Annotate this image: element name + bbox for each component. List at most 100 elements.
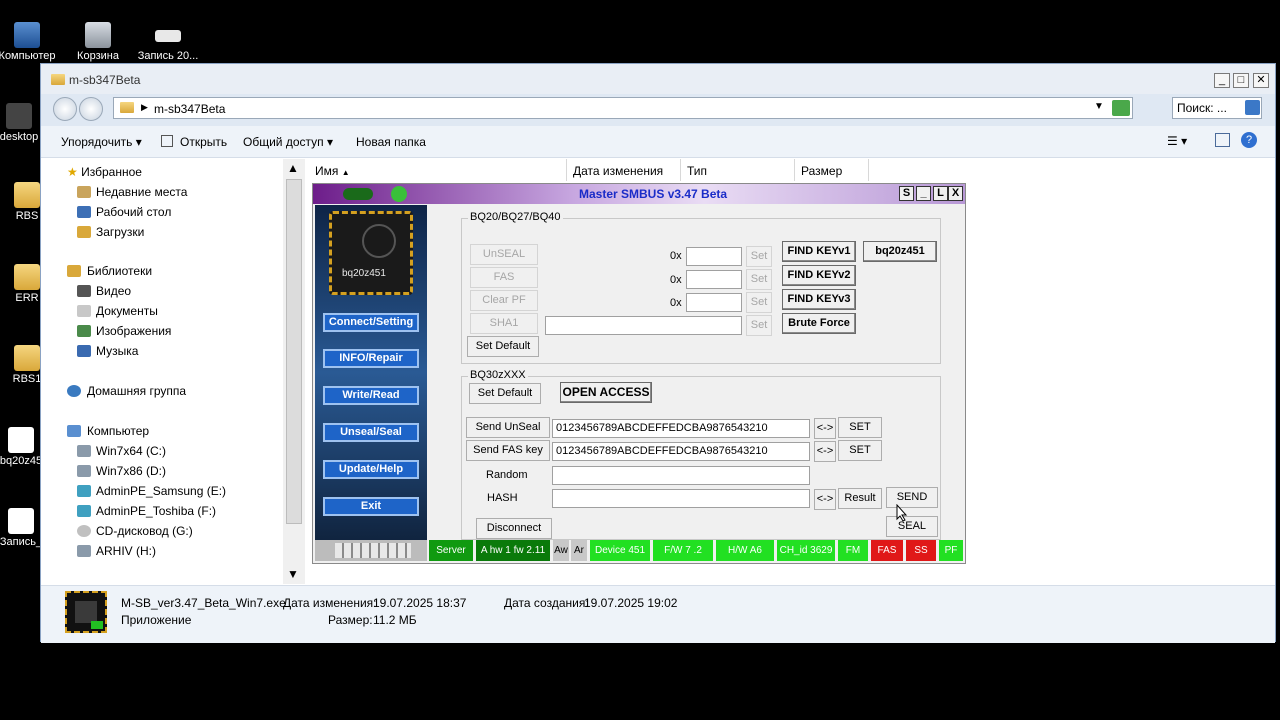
view-options-icon[interactable]: ☰ ▾: [1167, 134, 1187, 148]
nav-drive-c[interactable]: Win7x64 (C:): [96, 444, 166, 458]
column-modified[interactable]: Дата изменения: [567, 159, 681, 181]
unseal-seal-button[interactable]: Unseal/Seal: [323, 423, 419, 442]
back-button[interactable]: [53, 97, 77, 121]
app-close-button[interactable]: X: [948, 186, 963, 201]
desktop-icon-recording[interactable]: Запись 20...: [133, 22, 203, 62]
clear-pf-button[interactable]: Clear PF: [470, 290, 538, 311]
brute-force-button[interactable]: Brute Force: [782, 313, 856, 334]
desktop-icon-label: Запись 20...: [137, 50, 199, 62]
clear-pf-key-input[interactable]: [686, 293, 742, 312]
fas-key-input[interactable]: [686, 270, 742, 289]
fas-key-field[interactable]: 0123456789ABCDEFFEDCBA9876543210: [552, 442, 810, 461]
fas-set-key-button[interactable]: SET: [838, 440, 882, 461]
column-name[interactable]: Имя ▲: [309, 159, 567, 181]
info-repair-button[interactable]: INFO/Repair: [323, 349, 419, 368]
fas-set-button[interactable]: Set: [746, 269, 772, 290]
update-help-button[interactable]: Update/Help: [323, 460, 419, 479]
column-type[interactable]: Тип: [681, 159, 795, 181]
details-size: 11.2 МБ: [373, 613, 417, 627]
nav-drive-e[interactable]: AdminPE_Samsung (E:): [96, 484, 226, 498]
hash-field[interactable]: [552, 489, 810, 508]
sha1-button[interactable]: SHA1: [470, 313, 538, 334]
nav-favorites[interactable]: ★ Избранное: [67, 165, 142, 179]
details-modified: 19.07.2025 18:37: [373, 596, 467, 610]
seal-button[interactable]: SEAL: [886, 516, 938, 537]
find-key-v3-button[interactable]: FIND KEYv3: [782, 289, 856, 310]
new-folder-button[interactable]: Новая папка: [356, 135, 426, 149]
nav-desktop[interactable]: Рабочий стол: [96, 205, 171, 219]
forward-button[interactable]: [79, 97, 103, 121]
desktop-icon-recycle-bin[interactable]: Корзина: [63, 22, 133, 62]
find-key-v1-button[interactable]: FIND KEYv1: [782, 241, 856, 262]
clear-pf-set-button[interactable]: Set: [746, 292, 772, 313]
nav-downloads[interactable]: Загрузки: [96, 225, 144, 239]
scroll-down-icon[interactable]: ▼: [287, 567, 299, 581]
nav-documents[interactable]: Документы: [96, 304, 158, 318]
sha1-set-button[interactable]: Set: [746, 315, 772, 336]
app-titlebar[interactable]: Master SMBUS v3.47 Beta S _ L X: [313, 184, 965, 204]
exit-button[interactable]: Exit: [323, 497, 419, 516]
close-button[interactable]: ✕: [1253, 73, 1269, 88]
open-button[interactable]: Открыть: [161, 135, 227, 149]
send-unseal-key-button[interactable]: Send UnSeal key: [466, 417, 550, 452]
hash-swap-button[interactable]: <->: [814, 489, 836, 510]
app-l-button[interactable]: L: [933, 186, 948, 201]
set-default-button-1[interactable]: Set Default: [467, 336, 539, 357]
result-button[interactable]: Result: [838, 488, 882, 509]
explorer-titlebar[interactable]: m-sb347Beta _ □ ✕: [41, 64, 1275, 94]
nav-homegroup[interactable]: Домашняя группа: [87, 384, 186, 398]
maximize-button[interactable]: □: [1233, 73, 1249, 88]
sha1-input[interactable]: [545, 316, 742, 335]
open-access-button[interactable]: OPEN ACCESS: [560, 382, 652, 403]
find-key-v2-button[interactable]: FIND KEYv2: [782, 265, 856, 286]
nav-scrollbar[interactable]: ▲ ▼: [283, 159, 305, 584]
scroll-thumb[interactable]: [286, 179, 302, 524]
connect-setting-button[interactable]: Connect/Setting: [323, 313, 419, 332]
minimize-button[interactable]: _: [1214, 73, 1230, 88]
refresh-icon[interactable]: [1112, 100, 1130, 116]
disconnect-button[interactable]: Disconnect: [476, 518, 552, 539]
unseal-set-button[interactable]: Set: [746, 246, 772, 267]
drive-icon: [77, 445, 91, 457]
preview-pane-icon[interactable]: [1215, 133, 1230, 147]
unseal-key-field[interactable]: 0123456789ABCDEFFEDCBA9876543210: [552, 419, 810, 438]
nav-recent[interactable]: Недавние места: [96, 185, 187, 199]
organize-button[interactable]: Упорядочить ▾: [61, 135, 142, 149]
chip-model-button[interactable]: bq20z451: [863, 241, 937, 262]
nav-drive-d[interactable]: Win7x86 (D:): [96, 464, 166, 478]
unseal-button[interactable]: UnSEAL: [470, 244, 538, 265]
nav-libraries[interactable]: Библиотеки: [87, 264, 152, 278]
unseal-swap-button[interactable]: <->: [814, 418, 836, 439]
send-button[interactable]: SEND: [886, 487, 938, 508]
nav-drive-h[interactable]: ARHIV (H:): [96, 544, 156, 558]
send-fas-key-button[interactable]: Send FAS key: [466, 440, 550, 461]
nav-drive-f[interactable]: AdminPE_Toshiba (F:): [96, 504, 216, 518]
nav-computer[interactable]: Компьютер: [87, 424, 149, 438]
desktop-icon-computer[interactable]: Компьютер: [0, 22, 62, 62]
unseal-set-key-button[interactable]: SET: [838, 417, 882, 438]
search-input[interactable]: Поиск: ...: [1172, 97, 1262, 119]
nav-music[interactable]: Музыка: [96, 344, 138, 358]
computer-icon: [14, 22, 40, 48]
details-created-label: Дата создания:: [504, 596, 589, 610]
random-field[interactable]: [552, 466, 810, 485]
search-icon[interactable]: [1245, 100, 1260, 115]
write-read-button[interactable]: Write/Read: [323, 386, 419, 405]
unseal-key-input[interactable]: [686, 247, 742, 266]
address-bar[interactable]: ▶ m-sb347Beta ▼: [113, 97, 1133, 119]
column-headers: Имя ▲ Дата изменения Тип Размер: [309, 159, 1269, 183]
scroll-up-icon[interactable]: ▲: [287, 161, 299, 175]
nav-drive-g[interactable]: CD-дисковод (G:): [96, 524, 193, 538]
share-button[interactable]: Общий доступ ▾: [243, 135, 333, 149]
nav-video[interactable]: Видео: [96, 284, 131, 298]
help-icon[interactable]: ?: [1241, 132, 1257, 148]
fas-swap-button[interactable]: <->: [814, 441, 836, 462]
column-size[interactable]: Размер: [795, 159, 869, 181]
progress-fill: [335, 543, 411, 558]
nav-images[interactable]: Изображения: [96, 324, 171, 338]
app-minimize-button[interactable]: _: [916, 186, 931, 201]
set-default-button-2[interactable]: Set Default: [469, 383, 541, 404]
app-s-button[interactable]: S: [899, 186, 914, 201]
fas-button[interactable]: FAS: [470, 267, 538, 288]
chevron-down-icon[interactable]: ▼: [1094, 101, 1104, 112]
